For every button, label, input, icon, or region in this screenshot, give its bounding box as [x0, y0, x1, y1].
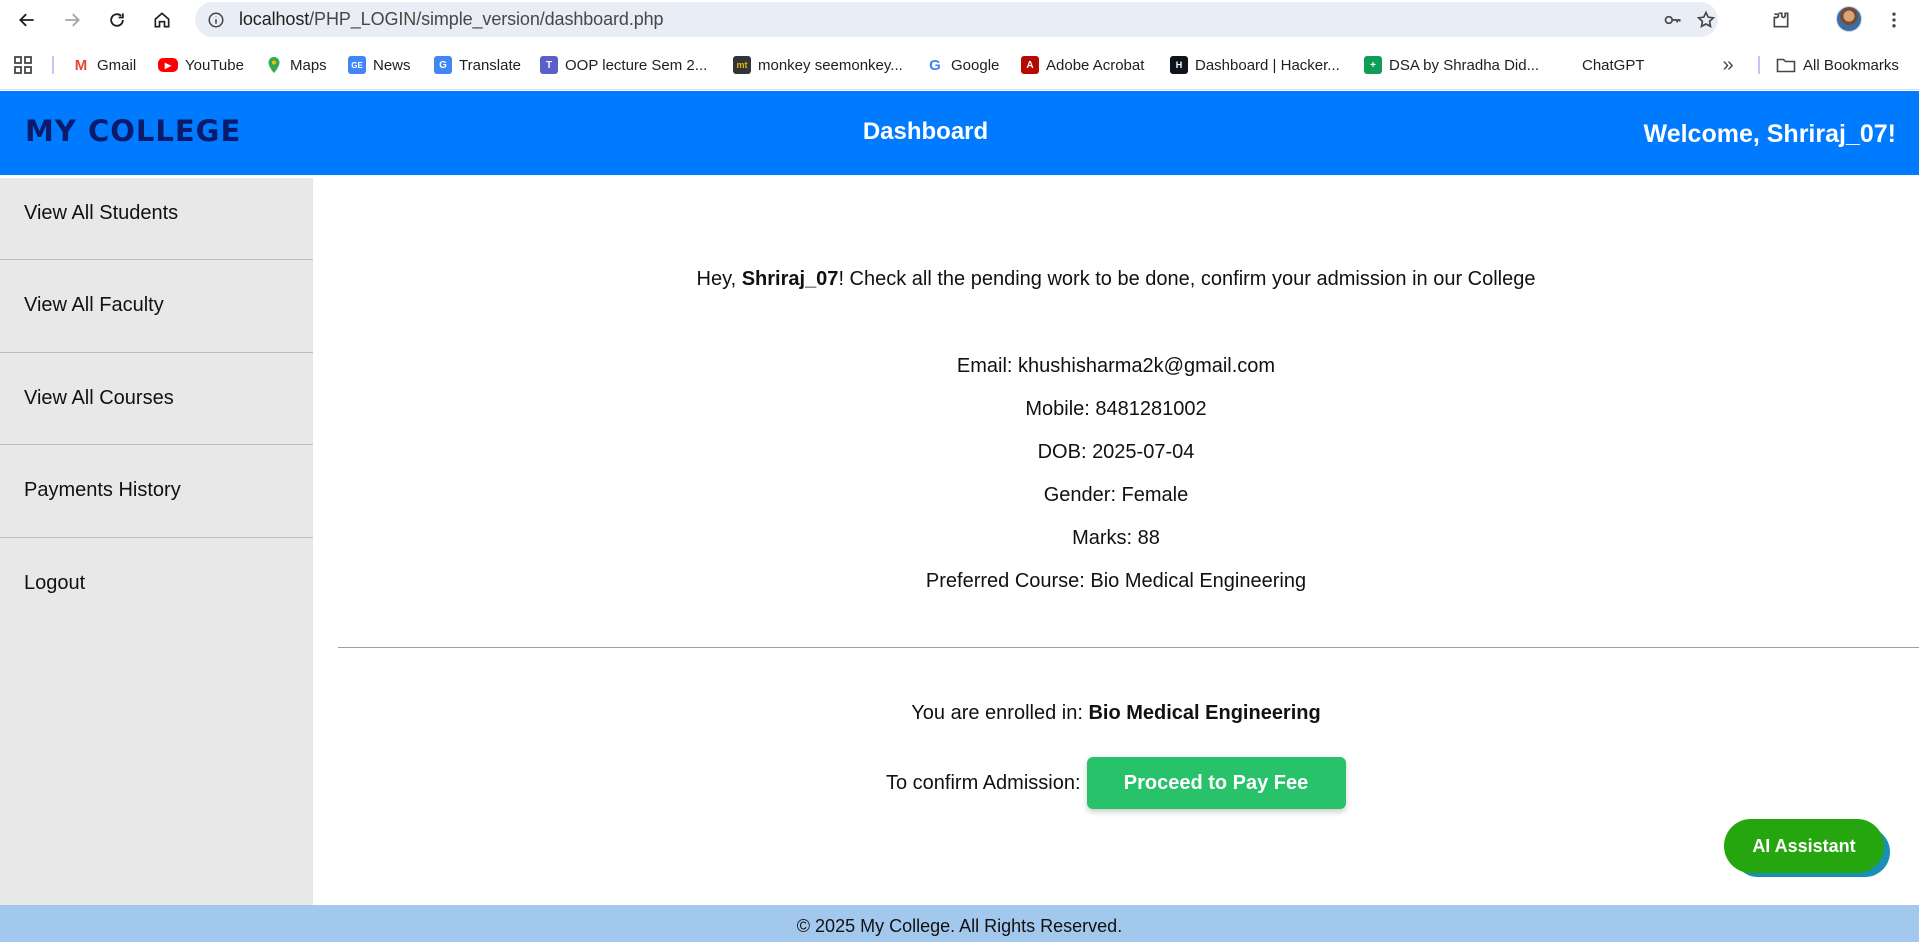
- translate-icon: G: [434, 56, 452, 74]
- all-bookmarks-label: All Bookmarks: [1803, 56, 1899, 74]
- greeting-username: Shriraj_07: [741, 268, 839, 290]
- bookmark-google[interactable]: G Google: [926, 53, 999, 77]
- footer: © 2025 My College. All Rights Reserved.: [0, 905, 1919, 942]
- confirm-admission-label: To confirm Admission:: [886, 771, 1081, 794]
- all-bookmarks[interactable]: All Bookmarks: [1776, 53, 1899, 77]
- bookmark-label: Adobe Acrobat: [1046, 56, 1145, 74]
- browser-toolbar: localhost/PHP_LOGIN/simple_version/dashb…: [0, 0, 1919, 40]
- welcome-prefix: Welcome,: [1643, 120, 1767, 148]
- bookmark-adobe-acrobat[interactable]: A Adobe Acrobat: [1021, 53, 1144, 77]
- bookmark-youtube[interactable]: ▶ YouTube: [158, 53, 244, 77]
- marks-info: Marks: 88: [1072, 527, 1160, 549]
- google-icon: G: [926, 56, 944, 74]
- proceed-to-pay-fee-button[interactable]: Proceed to Pay Fee: [1086, 757, 1346, 809]
- bookmark-translate[interactable]: G Translate: [434, 53, 521, 77]
- app-header: MY COLLEGE Dashboard Welcome, Shriraj_07…: [0, 91, 1919, 175]
- news-icon: GE: [348, 56, 366, 74]
- password-key-icon[interactable]: [1662, 9, 1684, 31]
- enrolled-course-name: Bio Medical Engineering: [1088, 702, 1321, 724]
- acrobat-icon: A: [1021, 56, 1039, 74]
- dob-info: DOB: 2025-07-04: [1037, 441, 1195, 463]
- bookmark-monkeytype[interactable]: mt monkey seemonkey...: [733, 53, 903, 77]
- bookmark-news[interactable]: GE News: [348, 53, 411, 77]
- url-host: localhost: [239, 9, 310, 29]
- monkeytype-icon: mt: [733, 56, 751, 74]
- more-bookmarks-icon[interactable]: »: [1718, 53, 1738, 77]
- section-divider: [338, 647, 1919, 648]
- welcome-suffix: !: [1887, 120, 1896, 148]
- gmail-icon: M: [72, 56, 90, 74]
- bookmark-hackerrank[interactable]: H Dashboard | Hacker...: [1170, 53, 1340, 77]
- bookmark-label: Google: [951, 56, 1000, 74]
- enrolled-prefix: You are enrolled in:: [911, 702, 1089, 724]
- bookmark-label: Gmail: [97, 56, 137, 74]
- bookmarks-bar: M Gmail ▶ YouTube Maps GE News G Transla…: [0, 40, 1919, 90]
- more-menu-icon[interactable]: [1880, 6, 1908, 34]
- sheets-icon: +: [1364, 56, 1382, 74]
- gender-info: Gender: Female: [1043, 484, 1189, 506]
- extensions-icon[interactable]: [1767, 6, 1795, 34]
- bookmark-label: Dashboard | Hacker...: [1195, 56, 1340, 74]
- bookmark-label: Translate: [459, 56, 521, 74]
- maps-icon: [265, 56, 283, 74]
- welcome-message: Welcome, Shriraj_07!: [1644, 120, 1896, 149]
- bookmark-label: YouTube: [185, 56, 244, 74]
- youtube-icon: ▶: [158, 58, 178, 72]
- enrolled-course-info: You are enrolled in: Bio Medical Enginee…: [313, 702, 1919, 725]
- sidebar-item-payments-history[interactable]: Payments History: [0, 445, 313, 538]
- sidebar-item-view-all-courses[interactable]: View All Courses: [0, 353, 313, 445]
- bookmark-chatgpt[interactable]: ChatGPT: [1582, 53, 1645, 77]
- teams-icon: T: [540, 56, 558, 74]
- folder-icon: [1776, 56, 1796, 74]
- mobile-info: Mobile: 8481281002: [1025, 398, 1207, 420]
- bookmark-label: News: [373, 56, 411, 74]
- apps-grid-icon[interactable]: [13, 55, 33, 75]
- sidebar-item-logout[interactable]: Logout: [0, 538, 313, 631]
- bookmark-label: DSA by Shradha Did...: [1389, 56, 1540, 74]
- bookmark-maps[interactable]: Maps: [265, 53, 327, 77]
- bookmark-dsa-sheet[interactable]: + DSA by Shradha Did...: [1364, 53, 1539, 77]
- ai-assistant-button[interactable]: AI Assistant: [1724, 819, 1884, 873]
- email-info: Email: khushisharma2k@gmail.com: [956, 355, 1276, 377]
- confirm-admission-row: To confirm Admission: Proceed to Pay Fee: [886, 757, 1346, 809]
- bookmark-oop-lecture[interactable]: T OOP lecture Sem 2...: [540, 53, 707, 77]
- bookmark-gmail[interactable]: M Gmail: [72, 53, 136, 77]
- url-text[interactable]: localhost/PHP_LOGIN/simple_version/dashb…: [239, 9, 664, 30]
- bookmark-star-icon[interactable]: [1695, 9, 1717, 31]
- bookmark-label: Maps: [290, 56, 327, 74]
- greeting-message: Hey, Shriraj_07! Check all the pending w…: [313, 268, 1919, 291]
- bookmark-label: ChatGPT: [1582, 56, 1645, 74]
- page-title: Dashboard: [862, 118, 989, 145]
- greeting-text: ! Check all the pending work to be done,…: [838, 268, 1536, 290]
- preferred-course-info: Preferred Course: Bio Medical Engineerin…: [925, 570, 1307, 592]
- bookmark-label: OOP lecture Sem 2...: [565, 56, 708, 74]
- address-bar[interactable]: localhost/PHP_LOGIN/simple_version/dashb…: [195, 2, 1718, 37]
- bookmarks-separator: [1758, 56, 1760, 74]
- back-icon[interactable]: [12, 5, 42, 35]
- reload-icon[interactable]: [102, 5, 132, 35]
- forward-icon[interactable]: [57, 5, 87, 35]
- greeting-prefix: Hey,: [696, 268, 742, 290]
- sidebar: View All Students View All Faculty View …: [0, 178, 313, 905]
- main-content: Hey, Shriraj_07! Check all the pending w…: [313, 178, 1919, 905]
- bookmark-label: monkey seemonkey...: [758, 56, 903, 74]
- footer-copyright: © 2025 My College. All Rights Reserved.: [796, 916, 1123, 936]
- sidebar-item-view-all-faculty[interactable]: View All Faculty: [0, 260, 313, 353]
- site-info-icon[interactable]: [205, 9, 227, 31]
- bookmarks-separator: [52, 56, 54, 74]
- profile-avatar[interactable]: [1836, 6, 1862, 32]
- welcome-username: Shriraj_07: [1766, 120, 1888, 148]
- home-icon[interactable]: [147, 5, 177, 35]
- url-path: /PHP_LOGIN/simple_version/dashboard.php: [309, 9, 664, 29]
- hackerrank-icon: H: [1170, 56, 1188, 74]
- sidebar-item-view-all-students[interactable]: View All Students: [0, 178, 313, 260]
